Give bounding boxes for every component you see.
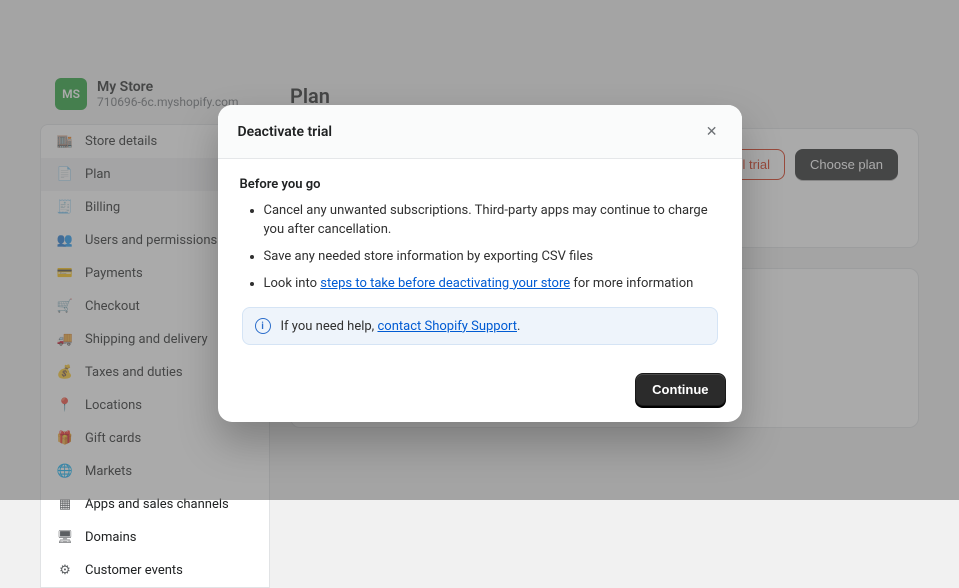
modal-subtitle: Before you go — [240, 177, 720, 192]
modal-title: Deactivate trial — [238, 124, 333, 140]
modal-bullet-list: Cancel any unwanted subscriptions. Third… — [240, 202, 720, 293]
sidebar-item-label: Domains — [85, 530, 136, 545]
modal-bullet: Cancel any unwanted subscriptions. Third… — [264, 202, 720, 240]
domains-icon: 🖥 — [57, 529, 73, 545]
banner-text: If you need help, — [281, 319, 378, 334]
support-link[interactable]: contact Shopify Support — [377, 319, 517, 334]
sidebar-item-domains[interactable]: 🖥 Domains — [41, 521, 269, 554]
deactivation-steps-link[interactable]: steps to take before deactivating your s… — [320, 276, 570, 291]
sidebar-item-label: Customer events — [85, 563, 183, 578]
continue-button[interactable]: Continue — [635, 373, 725, 406]
modal-bullet: Look into steps to take before deactivat… — [264, 275, 720, 294]
sidebar-item-customer-events[interactable]: ⚙ Customer events — [41, 554, 269, 587]
info-icon: i — [255, 318, 271, 334]
modal-overlay[interactable]: Deactivate trial ✕ Before you go Cancel … — [0, 0, 959, 500]
help-banner: i If you need help, contact Shopify Supp… — [242, 307, 718, 345]
events-icon: ⚙ — [57, 562, 73, 578]
deactivate-trial-modal: Deactivate trial ✕ Before you go Cancel … — [218, 105, 742, 422]
close-icon[interactable]: ✕ — [702, 119, 722, 144]
modal-bullet: Save any needed store information by exp… — [264, 248, 720, 267]
